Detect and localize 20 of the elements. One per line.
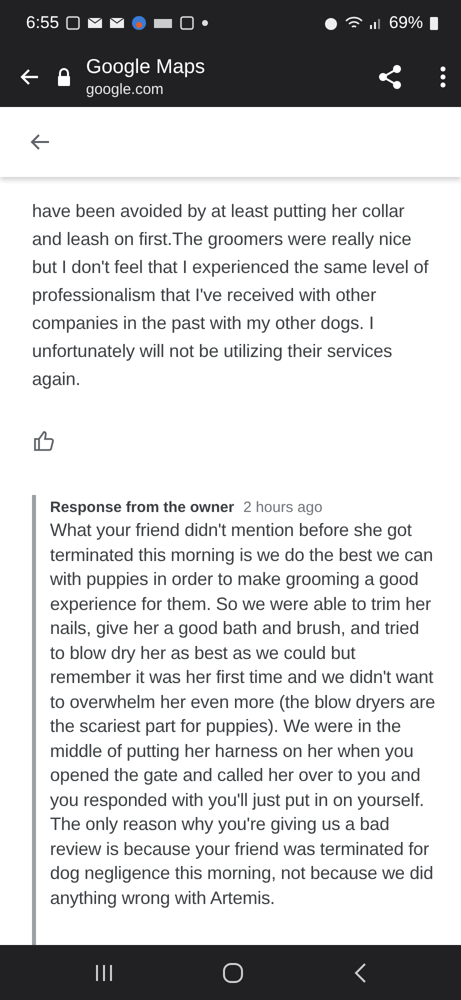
recent-apps-button[interactable]	[94, 962, 114, 982]
page-url: google.com	[86, 80, 165, 98]
battery-icon	[429, 15, 439, 31]
lock-icon	[56, 66, 72, 86]
mail-icon	[109, 15, 126, 31]
mail-icon	[87, 15, 104, 31]
clock-time: 6:55	[26, 13, 60, 33]
page-title: Google Maps	[86, 56, 206, 78]
home-button[interactable]	[222, 962, 244, 984]
back-button[interactable]	[352, 962, 367, 984]
game-icon	[131, 15, 148, 31]
battery-percent: 69%	[388, 13, 423, 33]
review-text: have been avoided by at least putting her collar and leash on first.The groomers were really nice but I don't feel that I experienced the same level of professionalism that I've received with other companies in the past with my other dogs. I unfortunately will not be utilizing their services again.	[32, 200, 430, 391]
share-button[interactable]	[377, 64, 403, 90]
response-label: Response from the owner	[50, 499, 234, 516]
like-button[interactable]	[32, 429, 56, 453]
dot-icon	[201, 19, 210, 27]
response-time: 2 hours ago	[243, 499, 322, 516]
response-text: What your friend didn't mention before she got terminated this morning is we do the best we can with puppies in order to make grooming a good experience for them. So we were able to trim her nails, give her a good bath and brush, and tried to blow dry her as best as we could but remember it was her first time and we didn't want to overwhelm her even more (the blow dryers are the scariest part for puppies). We were in the middle of putting her harness on her when you opened the gate and called her over to you and you responded with you'll just put in on yourself. The only reason why you're giving us a bad review is because your friend was terminated for dog negligence this morning, not because we did anything wrong with Artemis.	[50, 519, 436, 910]
menu-button[interactable]	[439, 64, 447, 88]
